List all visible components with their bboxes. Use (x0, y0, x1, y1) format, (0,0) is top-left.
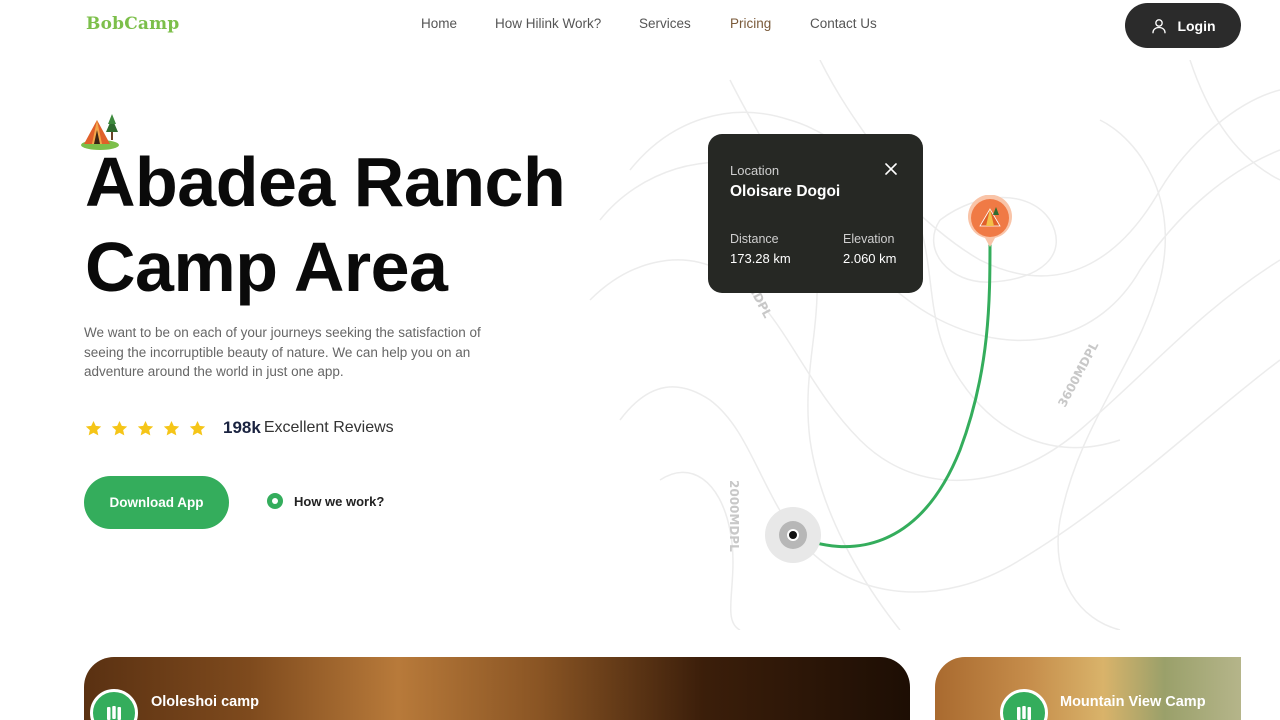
elevation-value: 2.060 km (843, 251, 897, 266)
hero-description: We want to be on each of your journeys s… (84, 325, 481, 379)
review-label: Excellent Reviews (263, 419, 394, 436)
star-icon (85, 420, 102, 435)
camp-badge (1000, 689, 1048, 720)
location-label: Location (730, 163, 780, 178)
nav-item-services[interactable]: Services (639, 16, 691, 31)
star-icon (163, 420, 180, 435)
hero-title: Abadea Ranch Camp Area (85, 140, 645, 310)
download-app-button[interactable]: Download App (84, 476, 229, 529)
play-icon (267, 493, 283, 509)
camp-card-mountain-view[interactable]: Mountain View Camp (935, 657, 1241, 720)
camp-name: Mountain View Camp (1060, 694, 1206, 710)
folded-map-icon (1017, 706, 1031, 720)
nav-item-home[interactable]: Home (421, 16, 457, 31)
distance-label: Distance (730, 232, 779, 246)
destination-pin-icon[interactable] (966, 195, 1014, 249)
hero-title-line-1: Abadea Ranch (85, 143, 566, 221)
start-marker-ring (779, 521, 807, 549)
camp-card-ololeshoi[interactable]: Ololeshoi camp (84, 657, 910, 720)
rating-row: 198k Excellent Reviews (84, 417, 394, 439)
elevation-label: Elevation (843, 232, 895, 246)
location-name: Oloisare Dogoi (730, 183, 841, 200)
rating-stars (84, 419, 207, 438)
login-button[interactable]: Login (1125, 3, 1241, 48)
user-icon (1152, 18, 1167, 33)
how-we-work-link[interactable]: How we work? (267, 493, 384, 509)
star-icon (137, 420, 154, 435)
star-icon (189, 420, 206, 435)
distance-value: 173.28 km (730, 251, 791, 266)
hero-title-line-2: Camp Area (85, 228, 448, 306)
star-icon (111, 420, 128, 435)
folded-map-icon (107, 706, 121, 720)
nav-item-how-it-works[interactable]: How Hilink Work? (495, 16, 601, 31)
nav-item-contact[interactable]: Contact Us (810, 16, 877, 31)
camp-name: Ololeshoi camp (151, 694, 259, 710)
camp-badge (90, 689, 138, 720)
close-icon[interactable] (884, 162, 898, 176)
contour-label-3600: 3600MDPL (1055, 339, 1101, 409)
start-marker-dot (787, 529, 799, 541)
review-count: 198k (223, 418, 261, 437)
how-we-work-label: How we work? (294, 493, 385, 509)
contour-label-2000: 2000MDPL (727, 480, 741, 552)
start-location-marker[interactable] (765, 507, 821, 563)
nav-item-pricing[interactable]: Pricing (730, 16, 771, 31)
login-label: Login (1177, 17, 1216, 34)
location-info-card: Location Oloisare Dogoi Distance 173.28 … (708, 134, 923, 293)
main-nav: Home How Hilink Work? Services Pricing C… (0, 16, 1280, 34)
